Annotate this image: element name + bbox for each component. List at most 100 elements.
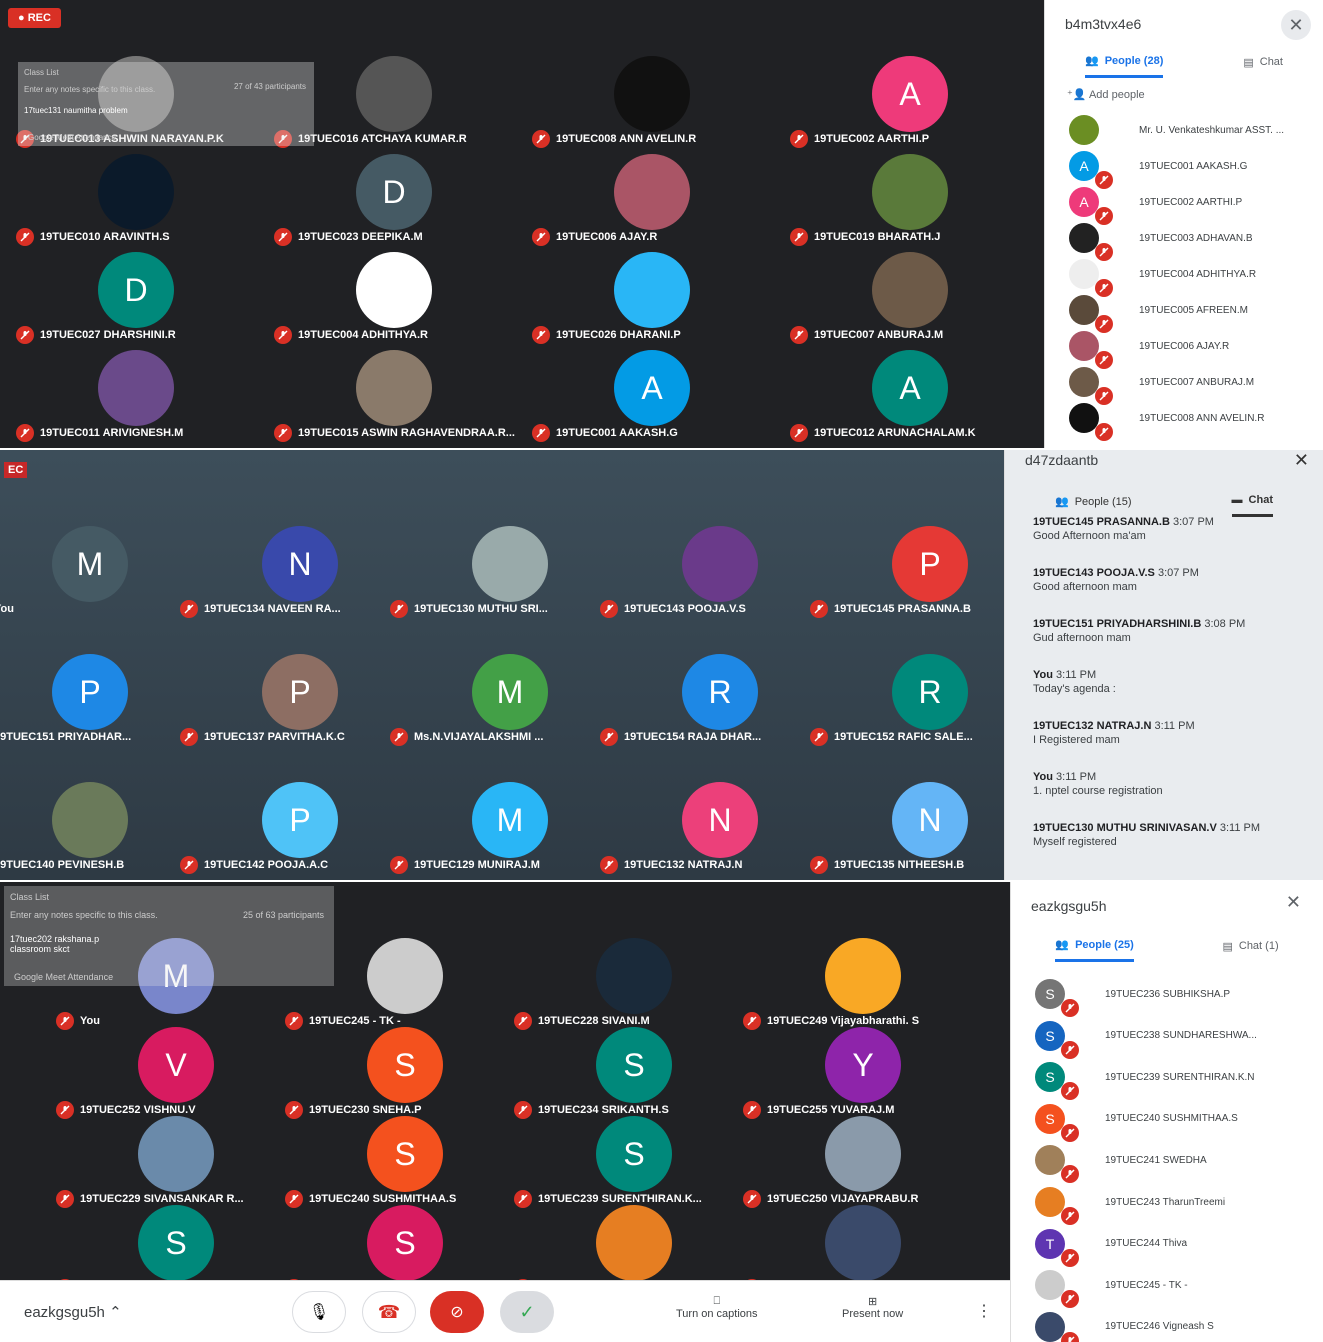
captions-button[interactable]: ⎕ Turn on captions (676, 1295, 758, 1320)
participant-label: 19TUEC010 ARAVINTH.S (40, 231, 170, 243)
participant-row[interactable]: A 19TUEC002 AARTHI.P (1069, 184, 1242, 225)
participant-tile[interactable]: 19TUEC250 VIJAYAPRABU.R (733, 1110, 991, 1208)
leave-call-button[interactable]: ☎ (362, 1291, 416, 1333)
mic-off-icon (600, 856, 618, 874)
mic-button[interactable]: 🎙 (292, 1291, 346, 1333)
participant-row[interactable]: T 19TUEC244 Thiva (1035, 1226, 1187, 1267)
tab-chat[interactable]: ▤ Chat (1) (1222, 938, 1278, 962)
participant-tile[interactable]: Y 19TUEC255 YUVARAJ.M (733, 1021, 991, 1119)
camera-button[interactable]: ⊘ (430, 1291, 484, 1333)
avatar-letter: S (394, 1046, 416, 1083)
avatar-letter: P (79, 673, 101, 710)
participant-row[interactable]: 19TUEC007 ANBURAJ.M (1069, 364, 1254, 405)
participant-tile[interactable]: 19TUEC007 ANBURAJ.M (780, 246, 1038, 344)
participant-row[interactable]: 19TUEC004 ADHITHYA.R (1069, 256, 1257, 297)
mic-off-icon (390, 600, 408, 618)
participant-tile[interactable]: V 19TUEC252 VISHNU.V (46, 1021, 304, 1119)
avatar (614, 154, 690, 230)
participant-name: 19TUEC026 DHARANI.P (532, 326, 681, 344)
chat-icon: ▬ (1231, 494, 1243, 506)
mic-off-icon (810, 856, 828, 874)
participant-tile[interactable]: S 19TUEC230 SNEHA.P (275, 1021, 533, 1119)
avatar (1069, 223, 1113, 261)
participant-tile[interactable]: 19TUEC229 SIVANSANKAR R... (46, 1110, 304, 1208)
participant-row[interactable]: S 19TUEC236 SUBHIKSHA.P (1035, 976, 1231, 1017)
participant-row[interactable]: 19TUEC246 Vigneash S (1035, 1309, 1214, 1342)
tab-chat[interactable]: ▬ Chat (1231, 494, 1273, 517)
mic-off-icon (1061, 999, 1079, 1017)
chat-time: 3:11 PM (1056, 669, 1097, 681)
participant-tile[interactable]: D 19TUEC027 DHARSHINI.R (6, 246, 264, 344)
attendance-button[interactable]: ✓ (500, 1291, 554, 1333)
tab-chat[interactable]: ▤ Chat (1243, 54, 1283, 78)
participant-row[interactable]: 19TUEC005 AFREEN.M (1069, 292, 1248, 333)
participant-tile[interactable]: 19TUEC010 ARAVINTH.S (6, 148, 264, 246)
avatar: R (682, 654, 758, 730)
chat-time: 3:08 PM (1204, 618, 1246, 630)
participant-tile[interactable]: 19TUEC008 ANN AVELIN.R (522, 50, 780, 148)
participant-tile[interactable]: S 19TUEC239 SURENTHIRAN.K... (504, 1110, 762, 1208)
participant-tile[interactable]: 19TUEC228 SIVANI.M (504, 932, 762, 1030)
avatar: S (1035, 1062, 1079, 1101)
participant-row[interactable]: A 19TUEC001 AAKASH.G (1069, 148, 1247, 189)
participant-tile[interactable]: 19TUEC004 ADHITHYA.R (264, 246, 522, 344)
participant-label: 19TUEC004 ADHITHYA.R (1139, 268, 1257, 280)
participant-tile[interactable]: A 19TUEC002 AARTHI.P (780, 50, 1038, 148)
participant-label: 19TUEC007 ANBURAJ.M (814, 329, 944, 341)
participant-tile[interactable]: 19TUEC015 ASWIN RAGHAVENDRAA.R... (264, 344, 522, 442)
participant-name: 19TUEC004 ADHITHYA.R (274, 326, 428, 344)
present-button[interactable]: ⊞ Present now (842, 1295, 903, 1320)
avatar-letter: S (1045, 1069, 1055, 1086)
participant-row[interactable]: Mr. U. Venkateshkumar ASST. ... (1069, 112, 1284, 148)
participant-tile[interactable]: 19TUEC011 ARIVIGNESH.M (6, 344, 264, 442)
close-icon[interactable]: ✕ (1286, 892, 1301, 913)
participant-tile[interactable]: A 19TUEC012 ARUNACHALAM.K (780, 344, 1038, 442)
add-person-icon: ⁺👤 (1067, 89, 1087, 101)
sidebar-tabs: 👥 People (28) ▤ Chat (1045, 54, 1323, 78)
participant-row[interactable]: 19TUEC243 TharunTreemi (1035, 1184, 1225, 1225)
mic-icon: 🎙 (308, 1304, 330, 1321)
participant-row[interactable]: 19TUEC245 - TK - (1035, 1267, 1188, 1309)
avatar: S (1035, 979, 1079, 1017)
participant-tile[interactable]: S 19TUEC234 SRIKANTH.S (504, 1021, 762, 1119)
participant-tile[interactable]: S 19TUEC240 SUSHMITHAA.S (275, 1110, 533, 1208)
tab-people[interactable]: 👥 People (15) (1055, 494, 1132, 517)
tab-people[interactable]: 👥 People (28) (1084, 54, 1164, 78)
participant-name: 19TUEC027 DHARSHINI.R (16, 326, 176, 344)
participant-row[interactable]: S 19TUEC240 SUSHMITHAA.S (1035, 1101, 1238, 1142)
participant-name: 19TUEC134 NAVEEN RA... (180, 600, 341, 618)
participant-row[interactable]: 19TUEC003 ADHAVAN.B (1069, 220, 1253, 261)
participant-row[interactable]: 19TUEC241 SWEDHA (1035, 1142, 1207, 1184)
participant-row[interactable]: 19TUEC008 ANN AVELIN.R (1069, 400, 1264, 441)
participant-tile[interactable]: 19TUEC006 AJAY.R (522, 148, 780, 246)
close-icon[interactable]: ✕ (1281, 10, 1311, 40)
sidebar-tabs: 👥 People (15) ▬ Chat (1005, 494, 1323, 517)
participant-name: 19TUEC001 AAKASH.G (532, 424, 678, 442)
tab-people[interactable]: 👥 People (25) (1055, 938, 1134, 962)
overlay-count: 25 of 63 participants (242, 910, 324, 920)
participant-row[interactable]: S 19TUEC239 SURENTHIRAN.K.N (1035, 1059, 1254, 1101)
participant-tile[interactable]: 19TUEC249 Vijayabharathi. S (733, 932, 991, 1030)
more-options-icon[interactable]: ⋮ (976, 1301, 992, 1321)
meeting-details-button[interactable]: eazkgsgu5h ⌃ (24, 1303, 122, 1321)
close-icon[interactable]: ✕ (1294, 450, 1309, 471)
participant-row[interactable]: 19TUEC006 AJAY.R (1069, 328, 1229, 369)
chat-text: I Registered mam (1033, 734, 1120, 746)
avatar: S (367, 1116, 443, 1192)
check-icon: ✓ (519, 1301, 535, 1322)
participant-tile[interactable]: 19TUEC026 DHARANI.P (522, 246, 780, 344)
meeting-code-label: eazkgsgu5h (24, 1304, 105, 1321)
chat-time: 3:11 PM (1056, 771, 1097, 783)
participant-name: 19TUEC140 PEVINESH.B (0, 856, 124, 874)
participant-label: 19TUEC240 SUSHMITHAA.S (1105, 1113, 1238, 1125)
avatar-letter: S (623, 1046, 645, 1083)
participant-tile[interactable]: A 19TUEC001 AAKASH.G (522, 344, 780, 442)
participant-row[interactable]: S 19TUEC238 SUNDHARESHWA... (1035, 1018, 1257, 1059)
participant-tile[interactable]: 19TUEC019 BHARATH.J (780, 148, 1038, 246)
participant-tile[interactable]: D 19TUEC023 DEEPIKA.M (264, 148, 522, 246)
participant-label: 19TUEC015 ASWIN RAGHAVENDRAA.R... (298, 427, 515, 439)
add-people-button[interactable]: ⁺👤 Add people (1067, 88, 1145, 101)
participant-label: 19TUEC019 BHARATH.J (814, 231, 941, 243)
participant-label: 19TUEC236 SUBHIKSHA.P (1105, 988, 1231, 1000)
avatar (356, 252, 432, 328)
